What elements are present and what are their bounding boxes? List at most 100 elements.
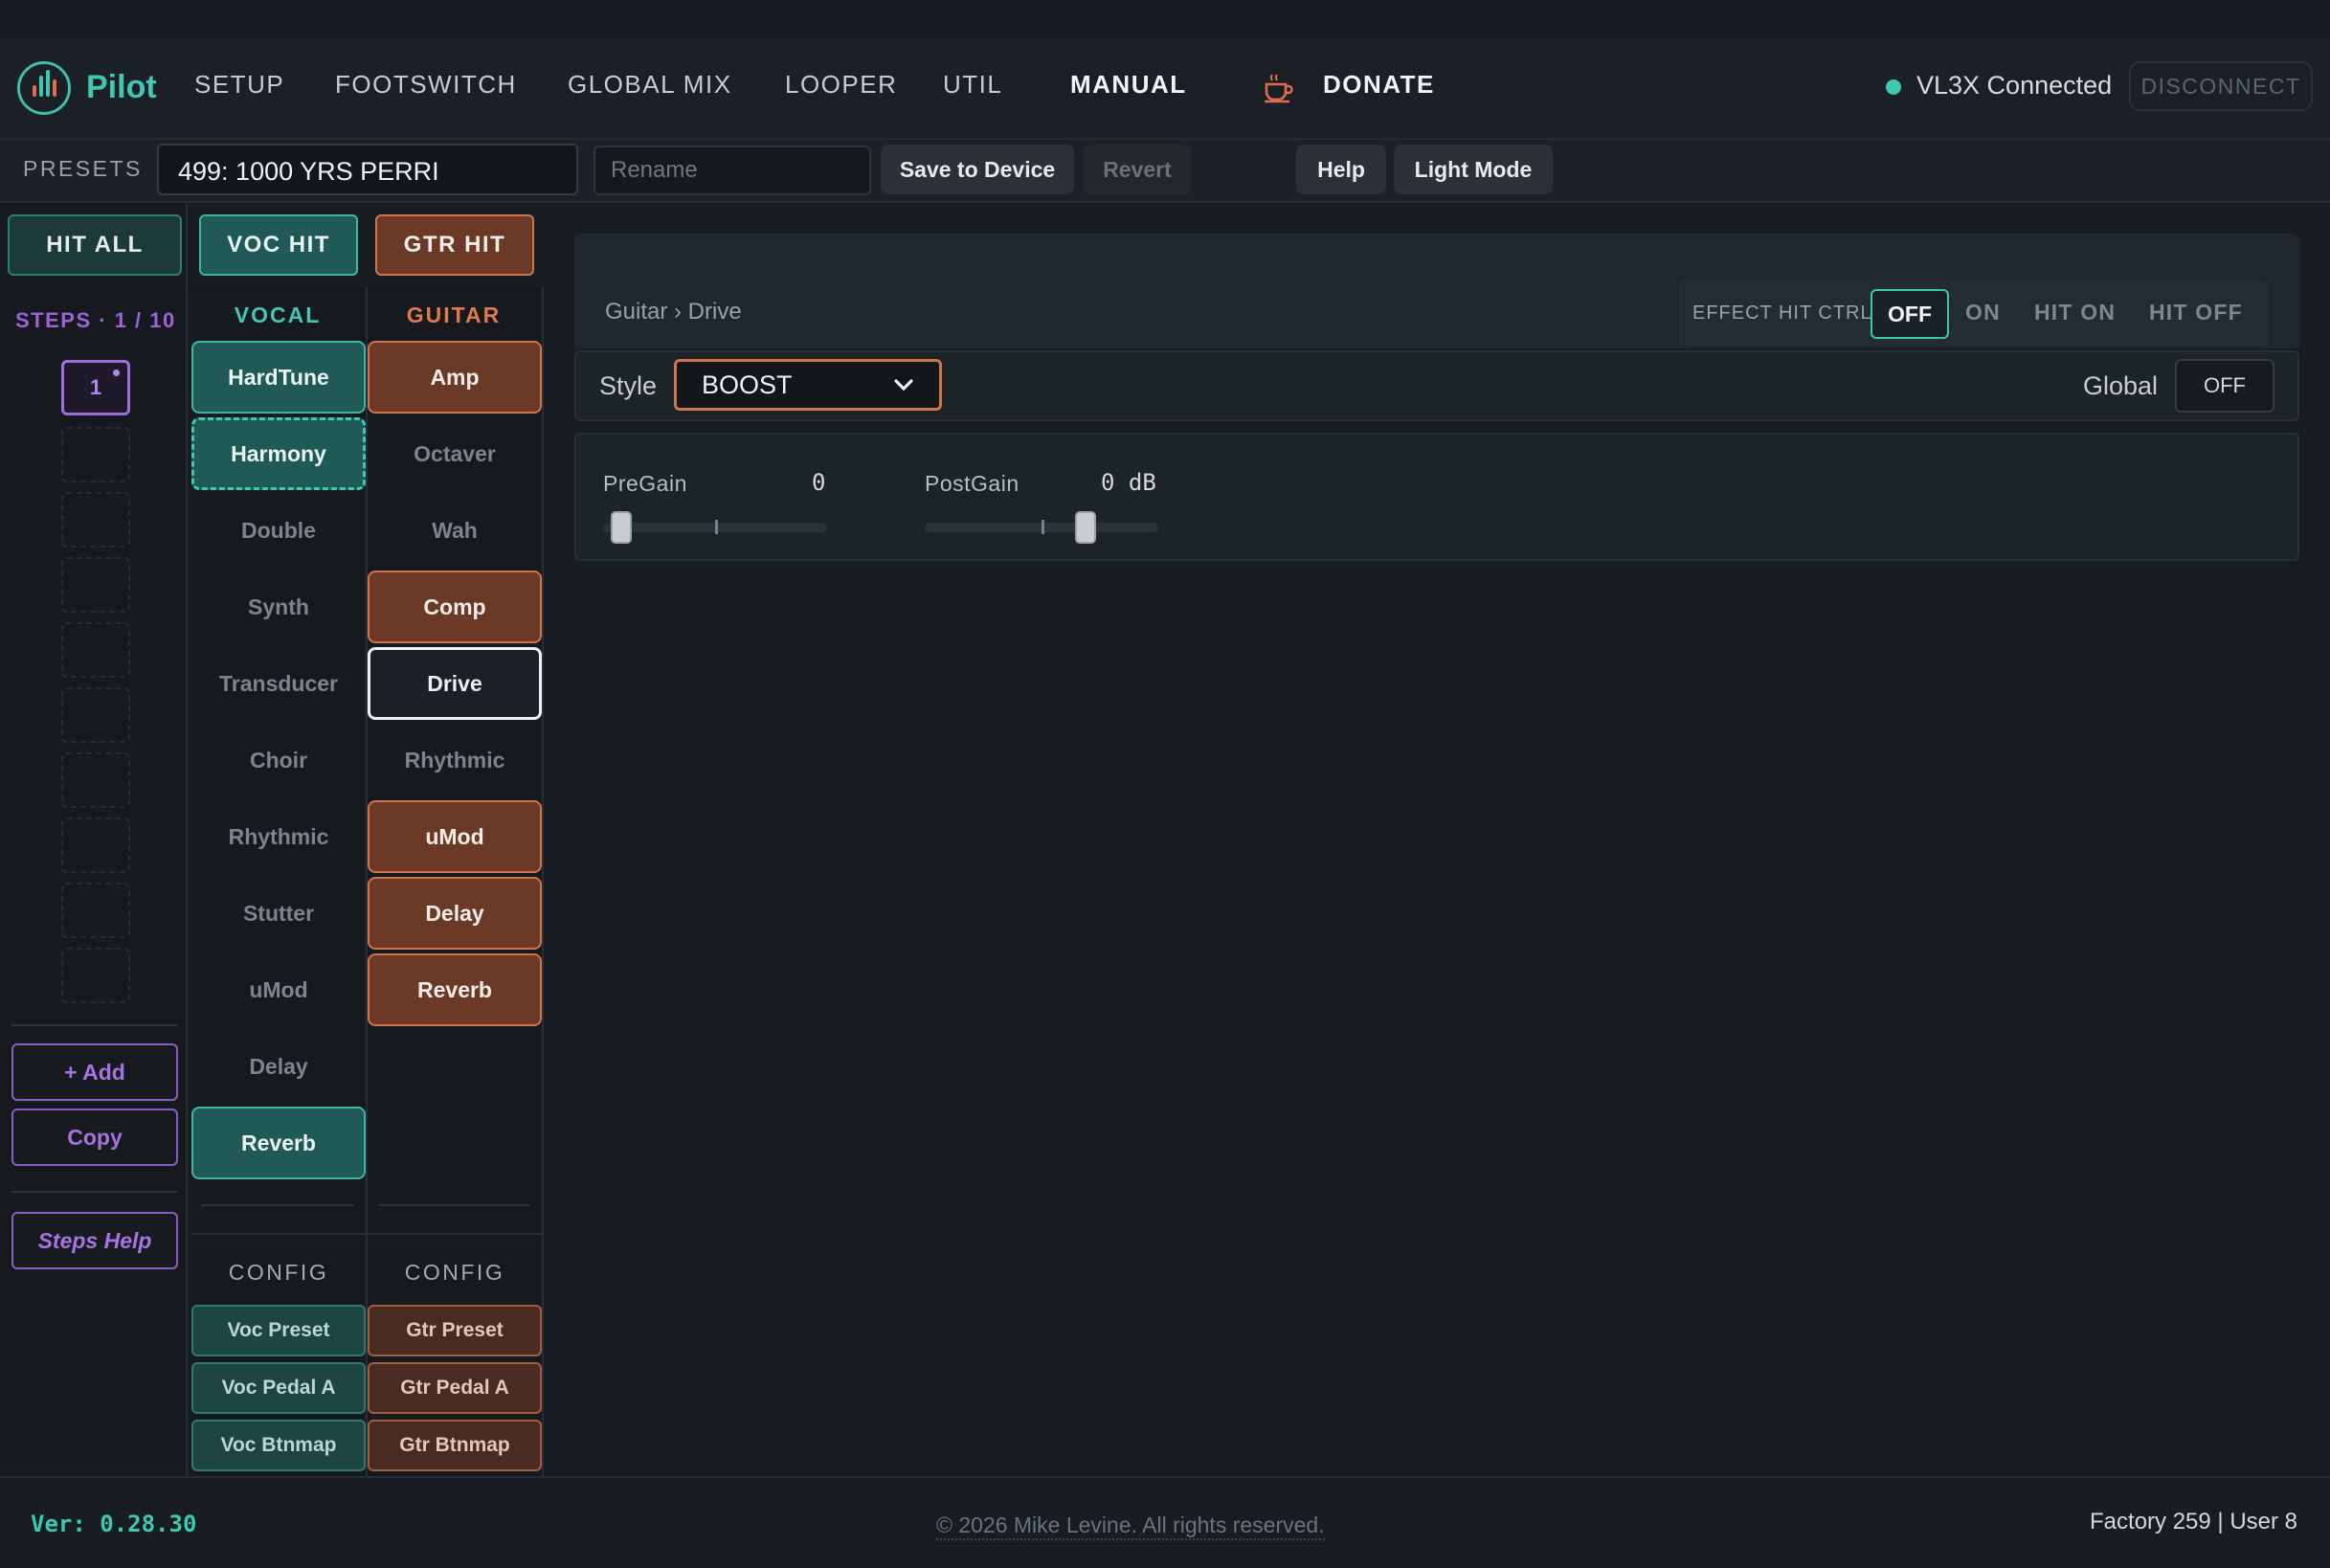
- vocal-fx-umod[interactable]: uMod: [191, 953, 366, 1026]
- global-label: Global: [2083, 371, 2159, 400]
- steps-divider: [11, 1024, 178, 1026]
- guitar-fx-wah[interactable]: Wah: [368, 494, 542, 567]
- vocal-config-label: CONFIG: [228, 1260, 329, 1285]
- nav-footswitch[interactable]: FOOTSWITCH: [335, 70, 517, 100]
- step-slot-1[interactable]: 1: [61, 360, 130, 415]
- version-label: Ver: 0.28.30: [31, 1511, 197, 1537]
- nav-looper[interactable]: LOOPER: [785, 70, 897, 100]
- revert-button[interactable]: Revert: [1084, 145, 1191, 194]
- step-slot-2[interactable]: [61, 427, 130, 482]
- connection-status-icon: [1886, 79, 1901, 95]
- vocal-fx-delay[interactable]: Delay: [191, 1030, 366, 1103]
- step-number: 1: [89, 375, 102, 399]
- guitar-config-label: CONFIG: [404, 1260, 505, 1285]
- gtr-preset-button[interactable]: Gtr Preset: [368, 1305, 542, 1356]
- vocal-fx-double[interactable]: Double: [191, 494, 366, 567]
- postgain-center-tick: [1042, 520, 1044, 534]
- style-label: Style: [599, 371, 658, 400]
- breadcrumb: Guitar › Drive: [605, 299, 742, 325]
- vocal-fx-rhythmic[interactable]: Rhythmic: [191, 800, 366, 873]
- steps-counter: STEPS · 1 / 10: [15, 308, 176, 332]
- guitar-fx-amp[interactable]: Amp: [368, 341, 542, 414]
- rename-input[interactable]: [594, 146, 871, 195]
- pregain-slider-handle[interactable]: [610, 511, 632, 544]
- voc-pedal-a-button[interactable]: Voc Pedal A: [191, 1362, 366, 1414]
- effect-hit-ctrl-hit-off[interactable]: HIT OFF: [2149, 300, 2243, 325]
- connection-status: VL3X Connected: [1916, 71, 2113, 100]
- nav-manual[interactable]: MANUAL: [1070, 70, 1187, 100]
- param-label-pregain: PreGain: [603, 471, 687, 496]
- chevron-down-icon: [894, 379, 913, 392]
- style-value: BOOST: [702, 370, 793, 399]
- params-panel: [574, 433, 2299, 561]
- nav-util[interactable]: UTIL: [943, 70, 1002, 100]
- step-slot-5[interactable]: [61, 622, 130, 678]
- help-button[interactable]: Help: [1296, 145, 1386, 194]
- window-top-strip: [0, 0, 2330, 38]
- guitar-fx-rhythmic[interactable]: Rhythmic: [368, 724, 542, 796]
- step-slot-6[interactable]: [61, 687, 130, 743]
- guitar-fx-octaver[interactable]: Octaver: [368, 417, 542, 490]
- gtr-hit-button[interactable]: GTR HIT: [375, 214, 534, 276]
- guitar-fx-umod[interactable]: uMod: [368, 800, 542, 873]
- vocal-fx-transducer[interactable]: Transducer: [191, 647, 366, 720]
- vocal-fx-choir[interactable]: Choir: [191, 724, 366, 796]
- vocal-fx-hardtune[interactable]: HardTune: [191, 341, 366, 414]
- vocal-fx-synth[interactable]: Synth: [191, 571, 366, 643]
- guitar-fx-drive[interactable]: Drive: [368, 647, 542, 720]
- coffee-cup-icon[interactable]: [1262, 71, 1294, 108]
- guitar-fx-comp[interactable]: Comp: [368, 571, 542, 643]
- effect-hit-ctrl-off[interactable]: OFF: [1871, 289, 1949, 339]
- app-name: Pilot: [86, 69, 157, 105]
- gtr-btnmap-button[interactable]: Gtr Btnmap: [368, 1420, 542, 1471]
- preset-selector[interactable]: 499: 1000 YRS PERRI: [157, 144, 578, 195]
- nav-global-mix[interactable]: GLOBAL MIX: [568, 70, 732, 100]
- nav-setup[interactable]: SETUP: [194, 70, 284, 100]
- copy-step-button[interactable]: Copy: [11, 1109, 178, 1166]
- gtr-pedal-a-button[interactable]: Gtr Pedal A: [368, 1362, 542, 1414]
- effect-hit-ctrl-hit-on[interactable]: HIT ON: [2034, 300, 2116, 325]
- guitar-divider: [379, 1204, 530, 1206]
- preset-counts: Factory 259 | User 8: [2090, 1509, 2297, 1534]
- step-slot-3[interactable]: [61, 492, 130, 548]
- nav-donate[interactable]: DONATE: [1323, 70, 1435, 100]
- postgain-slider-handle[interactable]: [1075, 511, 1097, 544]
- global-toggle[interactable]: OFF: [2175, 359, 2274, 413]
- step-slot-8[interactable]: [61, 818, 130, 873]
- guitar-config-divider: [368, 1233, 544, 1235]
- effect-hit-ctrl-on[interactable]: ON: [1965, 300, 2001, 325]
- step-slot-9[interactable]: [61, 883, 130, 938]
- voc-preset-button[interactable]: Voc Preset: [191, 1305, 366, 1356]
- pilot-logo-icon: [17, 61, 71, 115]
- vocal-fx-stutter[interactable]: Stutter: [191, 877, 366, 950]
- step-slot-7[interactable]: [61, 752, 130, 808]
- steps-help-button[interactable]: Steps Help: [11, 1212, 178, 1269]
- save-to-device-button[interactable]: Save to Device: [881, 145, 1074, 194]
- param-label-postgain: PostGain: [925, 471, 1019, 496]
- step-slot-10[interactable]: [61, 948, 130, 1003]
- presets-label: PRESETS: [23, 156, 143, 181]
- disconnect-button[interactable]: DISCONNECT: [2129, 61, 2313, 111]
- steps-divider: [11, 1191, 178, 1193]
- voc-btnmap-button[interactable]: Voc Btnmap: [191, 1420, 366, 1471]
- vocal-fx-reverb[interactable]: Reverb: [191, 1107, 366, 1179]
- guitar-fx-reverb[interactable]: Reverb: [368, 953, 542, 1026]
- guitar-fx-delay[interactable]: Delay: [368, 877, 542, 950]
- param-value-pregain: 0: [812, 469, 826, 496]
- light-mode-button[interactable]: Light Mode: [1394, 145, 1553, 194]
- step-slot-4[interactable]: [61, 557, 130, 613]
- pregain-center-tick: [715, 520, 718, 534]
- style-select[interactable]: BOOST: [674, 359, 942, 411]
- effect-hit-ctrl-label: EFFECT HIT CTRL:: [1692, 302, 1879, 324]
- add-step-button[interactable]: + Add: [11, 1043, 178, 1101]
- copyright-link[interactable]: © 2026 Mike Levine. All rights reserved.: [936, 1512, 1325, 1540]
- vocal-config-divider: [191, 1233, 368, 1235]
- param-value-postgain: 0 dB: [1101, 469, 1156, 496]
- vocal-fx-harmony[interactable]: Harmony: [191, 417, 366, 490]
- guitar-header: GUITAR: [406, 302, 502, 327]
- vocal-divider: [201, 1204, 354, 1206]
- step-indicator-icon: [113, 370, 120, 376]
- voc-hit-button[interactable]: VOC HIT: [199, 214, 358, 276]
- vocal-header: VOCAL: [234, 302, 322, 327]
- hit-all-button[interactable]: HIT ALL: [8, 214, 182, 276]
